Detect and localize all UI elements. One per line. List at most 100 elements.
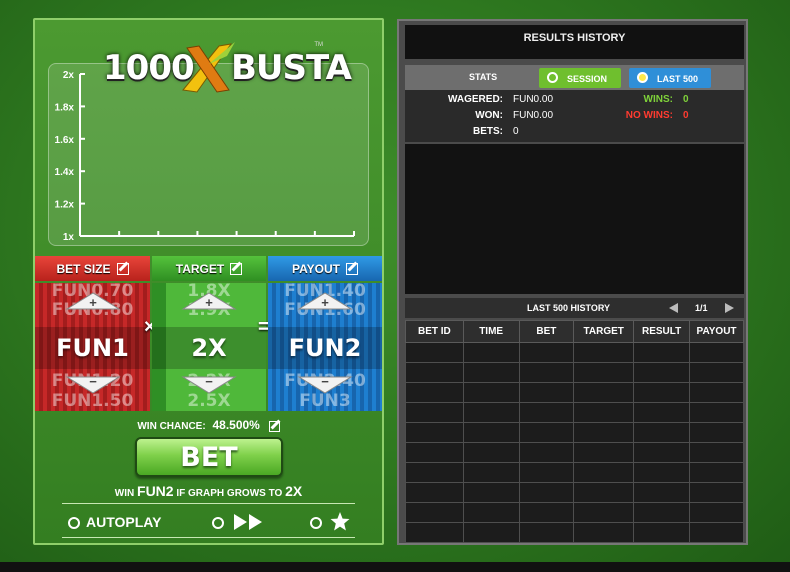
star-icon[interactable]: [330, 512, 350, 531]
bet-size-decrease-button[interactable]: −: [64, 375, 121, 395]
payout-label: PAYOUT: [291, 261, 340, 276]
win-target: 2X: [285, 483, 303, 499]
no-wins-value: 0: [683, 110, 689, 121]
table-cell: [573, 402, 635, 423]
favorite-radio[interactable]: [310, 517, 322, 529]
table-cell: [405, 442, 464, 463]
edit-icon[interactable]: [346, 262, 358, 275]
bet-size-selector[interactable]: FUN0.70 FUN0.80 + FUN1 FUN1.20 FUN1.50 −: [35, 283, 150, 411]
fast-forward-icon[interactable]: [234, 514, 264, 530]
prev-page-icon[interactable]: [669, 303, 678, 313]
svg-text:−: −: [89, 375, 97, 389]
table-cell: [405, 382, 464, 403]
edit-icon[interactable]: [116, 262, 129, 275]
no-wins-label: NO WINS:: [625, 110, 673, 121]
table-cell: [633, 382, 691, 403]
payout-increase-button[interactable]: +: [297, 291, 353, 311]
next-page-icon[interactable]: [725, 303, 734, 313]
y-tick-label: 1x: [63, 232, 75, 243]
bet-size-column: BET SIZE FUN0.70 FUN0.80 + FUN1 FUN1.20 …: [35, 256, 150, 411]
win-chance: WIN CHANCE: 48.500%: [35, 418, 382, 432]
target-increase-button[interactable]: +: [181, 291, 237, 311]
table-cell: [405, 422, 464, 443]
won-label: WON:: [475, 110, 503, 121]
table-cell: [518, 462, 575, 483]
radio-selected-icon: [637, 72, 648, 83]
table-cell: [689, 442, 744, 463]
bet-size-increase-button[interactable]: +: [64, 291, 121, 311]
payout-column: PAYOUT FUN1.40 FUN1.60 + FUN2 FUN2.40 FU…: [268, 256, 382, 411]
win-chance-value: 48.500%: [212, 418, 260, 432]
target-selector[interactable]: 1.8X 1.9X + 2X 2.2X 2.5X −: [152, 283, 266, 411]
bet-size-label: BET SIZE: [56, 261, 111, 276]
win-summary: WIN FUN2 IF GRAPH GROWS TO 2X: [35, 483, 382, 499]
table-cell: [405, 482, 464, 503]
payout-decrease-button[interactable]: −: [297, 375, 353, 395]
table-cell: [518, 502, 575, 523]
table-cell: [462, 382, 520, 403]
target-label: TARGET: [175, 261, 225, 276]
bet-size-value: FUN1: [35, 327, 150, 369]
tab-session[interactable]: SESSION: [539, 68, 621, 88]
bet-button[interactable]: BET: [135, 437, 283, 477]
edit-icon[interactable]: [268, 420, 280, 432]
col-result: RESULT: [633, 320, 691, 343]
table-cell: [689, 362, 744, 383]
table-cell: [405, 462, 464, 483]
table-cell: [462, 362, 520, 383]
table-cell: [518, 362, 575, 383]
table-cell: [405, 522, 464, 543]
history-pager-bar: LAST 500 HISTORY 1/1: [405, 298, 744, 318]
target-decrease-button[interactable]: −: [181, 375, 237, 395]
table-cell: [573, 382, 635, 403]
fast-play-radio[interactable]: [212, 517, 224, 529]
table-cell: [573, 442, 635, 463]
col-target: TARGET: [573, 320, 635, 343]
game-logo: 1000 BUSTA TM: [103, 42, 352, 94]
autoplay-row: AUTOPLAY: [62, 508, 355, 536]
table-cell: [573, 342, 635, 363]
bet-controls: BET SIZE FUN0.70 FUN0.80 + FUN1 FUN1.20 …: [35, 256, 382, 411]
y-tick-label: 1.6x: [55, 135, 75, 146]
y-tick-label: 1.8x: [55, 102, 75, 113]
table-cell: [633, 442, 691, 463]
table-cell: [462, 502, 520, 523]
table-cell: [633, 482, 691, 503]
table-cell: [405, 502, 464, 523]
logo-tm: TM: [314, 42, 323, 48]
table-cell: [689, 342, 744, 363]
payout-selector[interactable]: FUN1.40 FUN1.60 + FUN2 FUN2.40 FUN3 −: [268, 283, 382, 411]
table-row: [405, 362, 744, 383]
stats-panel: WAGERED: FUN0.00 WON: FUN0.00 BETS: 0 WI…: [405, 90, 744, 142]
col-bet: BET: [518, 320, 575, 343]
svg-text:−: −: [321, 375, 329, 389]
history-header-row: BET ID TIME BET TARGET RESULT PAYOUT: [405, 320, 744, 343]
table-cell: [405, 362, 464, 383]
table-cell: [462, 482, 520, 503]
wins-label: WINS:: [643, 94, 673, 105]
table-cell: [462, 402, 520, 423]
table-cell: [689, 382, 744, 403]
edit-icon[interactable]: [230, 262, 243, 275]
svg-text:+: +: [321, 295, 329, 310]
y-tick-label: 2x: [63, 70, 75, 81]
autoplay-radio[interactable]: [68, 517, 80, 529]
table-cell: [689, 482, 744, 503]
table-cell: [462, 442, 520, 463]
table-row: [405, 462, 744, 483]
table-row: [405, 482, 744, 503]
table-cell: [462, 462, 520, 483]
tab-last-500[interactable]: LAST 500: [629, 68, 711, 88]
y-tick-label: 1.4x: [55, 167, 75, 178]
history-table: BET ID TIME BET TARGET RESULT PAYOUT: [405, 320, 744, 543]
target-column: TARGET 1.8X 1.9X + 2X 2.2X 2.5X −: [152, 256, 266, 411]
last-history-label: LAST 500 HISTORY: [527, 303, 611, 313]
col-payout: PAYOUT: [689, 320, 744, 343]
wagered-label: WAGERED:: [448, 94, 503, 105]
bets-label: BETS:: [473, 126, 503, 137]
table-cell: [633, 342, 691, 363]
bet-size-header: BET SIZE: [35, 256, 150, 281]
autoplay-label[interactable]: AUTOPLAY: [86, 514, 161, 530]
table-cell: [518, 522, 575, 543]
table-cell: [633, 402, 691, 423]
